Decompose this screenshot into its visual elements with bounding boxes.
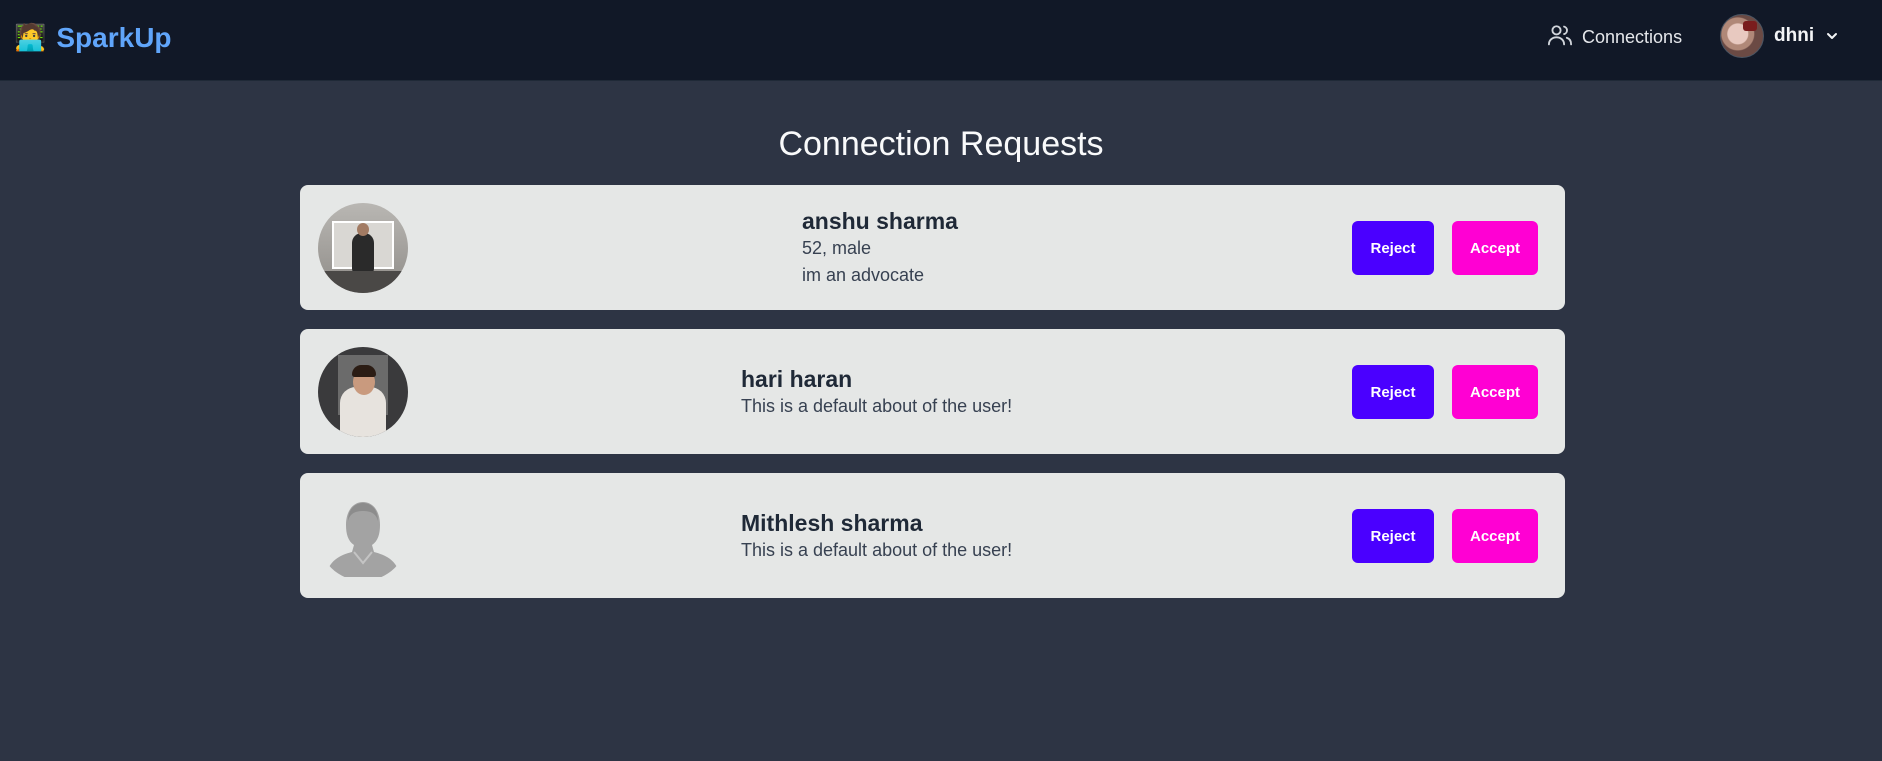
profile-photo: [318, 347, 408, 437]
connections-link[interactable]: Connections: [1546, 22, 1682, 52]
users-icon: [1546, 21, 1574, 54]
connections-label: Connections: [1582, 26, 1683, 47]
avatar: [1720, 14, 1764, 58]
brand-name: SparkUp: [56, 22, 172, 53]
request-info: anshu sharma 52, male im an advocate: [802, 207, 958, 289]
page-title: Connection Requests: [778, 125, 1104, 163]
reject-button[interactable]: Reject: [1352, 365, 1434, 419]
accept-button[interactable]: Accept: [1452, 221, 1538, 275]
request-card: Mithlesh sharma This is a default about …: [300, 473, 1565, 598]
brand-logo-link[interactable]: 🧑‍💻 SparkUp: [14, 20, 172, 56]
default-avatar-icon: [318, 491, 408, 581]
request-name: Mithlesh sharma: [741, 510, 923, 536]
request-card: anshu sharma 52, male im an advocate Rej…: [300, 185, 1565, 310]
accept-button[interactable]: Accept: [1452, 509, 1538, 563]
request-about: This is a default about of the user!: [741, 396, 1013, 416]
request-name: hari haran: [741, 366, 853, 392]
accept-button[interactable]: Accept: [1452, 365, 1538, 419]
navbar: 🧑‍💻 SparkUp Connections dhni: [0, 0, 1882, 81]
technologist-icon: 🧑‍💻: [14, 23, 47, 53]
chevron-down-icon: [1824, 28, 1840, 44]
user-menu[interactable]: dhni: [1720, 14, 1840, 58]
request-about: im an advocate: [802, 265, 925, 285]
reject-button[interactable]: Reject: [1352, 509, 1434, 563]
request-age-gender: 52, male: [802, 238, 872, 258]
user-name: dhni: [1774, 25, 1815, 46]
request-info: hari haran This is a default about of th…: [741, 365, 1012, 420]
request-info: Mithlesh sharma This is a default about …: [741, 509, 1012, 564]
profile-photo: [318, 203, 408, 293]
request-about: This is a default about of the user!: [741, 540, 1013, 560]
reject-button[interactable]: Reject: [1352, 221, 1434, 275]
request-card: hari haran This is a default about of th…: [300, 329, 1565, 454]
request-name: anshu sharma: [802, 208, 958, 234]
